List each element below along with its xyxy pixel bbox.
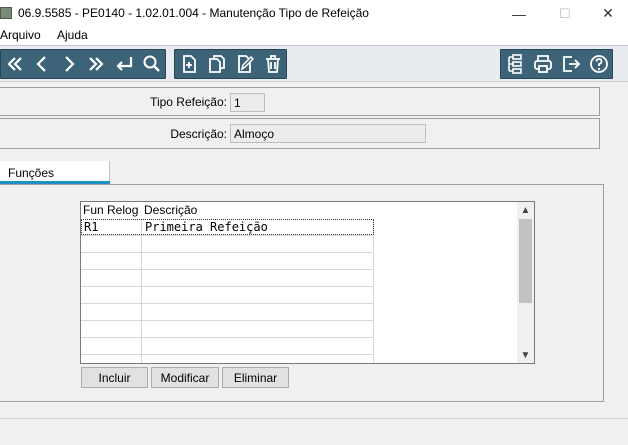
cell-fun-relog: R1 bbox=[84, 220, 99, 234]
tab-funcoes[interactable]: Funções bbox=[0, 161, 110, 183]
menu-arquivo[interactable]: Arquivo bbox=[0, 28, 41, 42]
table-row[interactable]: R1 Primeira Refeição bbox=[81, 219, 374, 235]
row-divider bbox=[81, 320, 374, 321]
tipo-panel: Tipo Refeição: 1 bbox=[0, 87, 600, 116]
column-divider bbox=[373, 219, 374, 363]
scroll-up-icon[interactable]: ▲ bbox=[517, 203, 534, 217]
row-divider bbox=[81, 337, 374, 338]
last-icon[interactable] bbox=[82, 50, 110, 78]
status-bar bbox=[0, 418, 628, 445]
column-header-fun-relog[interactable]: Fun Relog bbox=[81, 202, 143, 219]
menu-ajuda[interactable]: Ajuda bbox=[57, 28, 88, 42]
row-divider bbox=[81, 269, 374, 270]
structure-icon[interactable] bbox=[501, 50, 529, 78]
tipo-field[interactable]: 1 bbox=[230, 93, 265, 112]
tab-funcoes-label: Funções bbox=[8, 166, 55, 180]
incluir-button[interactable]: Incluir bbox=[81, 367, 148, 388]
search-icon[interactable] bbox=[138, 50, 166, 78]
exit-icon[interactable] bbox=[557, 50, 585, 78]
row-divider bbox=[81, 303, 374, 304]
row-divider bbox=[81, 354, 374, 355]
scroll-thumb[interactable] bbox=[519, 219, 532, 303]
copy-icon[interactable] bbox=[203, 50, 231, 78]
close-button[interactable]: ✕ bbox=[588, 0, 628, 27]
descricao-label: Descrição: bbox=[170, 127, 227, 141]
edit-group bbox=[174, 49, 287, 79]
row-divider bbox=[81, 235, 374, 236]
return-icon[interactable] bbox=[110, 50, 138, 78]
column-divider bbox=[141, 219, 142, 363]
delete-icon[interactable] bbox=[259, 50, 287, 78]
next-icon[interactable] bbox=[55, 50, 83, 78]
column-header-descricao[interactable]: Descrição bbox=[142, 202, 344, 219]
row-divider bbox=[81, 252, 374, 253]
tipo-label: Tipo Refeição: bbox=[150, 95, 227, 109]
navigation-group bbox=[0, 49, 166, 79]
edit-icon[interactable] bbox=[231, 50, 259, 78]
minimize-button[interactable]: — bbox=[496, 0, 542, 27]
modificar-button[interactable]: Modificar bbox=[151, 367, 219, 388]
descricao-field[interactable]: Almoço bbox=[230, 124, 426, 143]
row-divider bbox=[81, 286, 374, 287]
window-title: 06.9.5585 - PE0140 - 1.02.01.004 - Manut… bbox=[18, 6, 369, 20]
previous-icon[interactable] bbox=[28, 50, 56, 78]
print-icon[interactable] bbox=[529, 50, 557, 78]
toolbar bbox=[0, 45, 628, 82]
eliminar-button[interactable]: Eliminar bbox=[222, 367, 289, 388]
maximize-button[interactable]: ☐ bbox=[542, 0, 588, 27]
descricao-panel: Descrição: Almoço bbox=[0, 118, 600, 149]
utility-group bbox=[500, 49, 613, 79]
new-icon[interactable] bbox=[175, 50, 203, 78]
grid-scrollbar[interactable]: ▲ ▼ bbox=[517, 202, 534, 363]
help-icon[interactable] bbox=[585, 50, 613, 78]
cell-descricao: Primeira Refeição bbox=[145, 220, 268, 234]
funcoes-grid[interactable]: Fun Relog Descrição R1 Primeira Refeição… bbox=[80, 201, 535, 364]
title-bar: 06.9.5585 - PE0140 - 1.02.01.004 - Manut… bbox=[0, 0, 628, 27]
menu-bar: Arquivo Ajuda bbox=[0, 27, 628, 45]
scroll-down-icon[interactable]: ▼ bbox=[517, 348, 534, 362]
first-icon[interactable] bbox=[1, 50, 29, 78]
app-icon bbox=[0, 7, 12, 19]
